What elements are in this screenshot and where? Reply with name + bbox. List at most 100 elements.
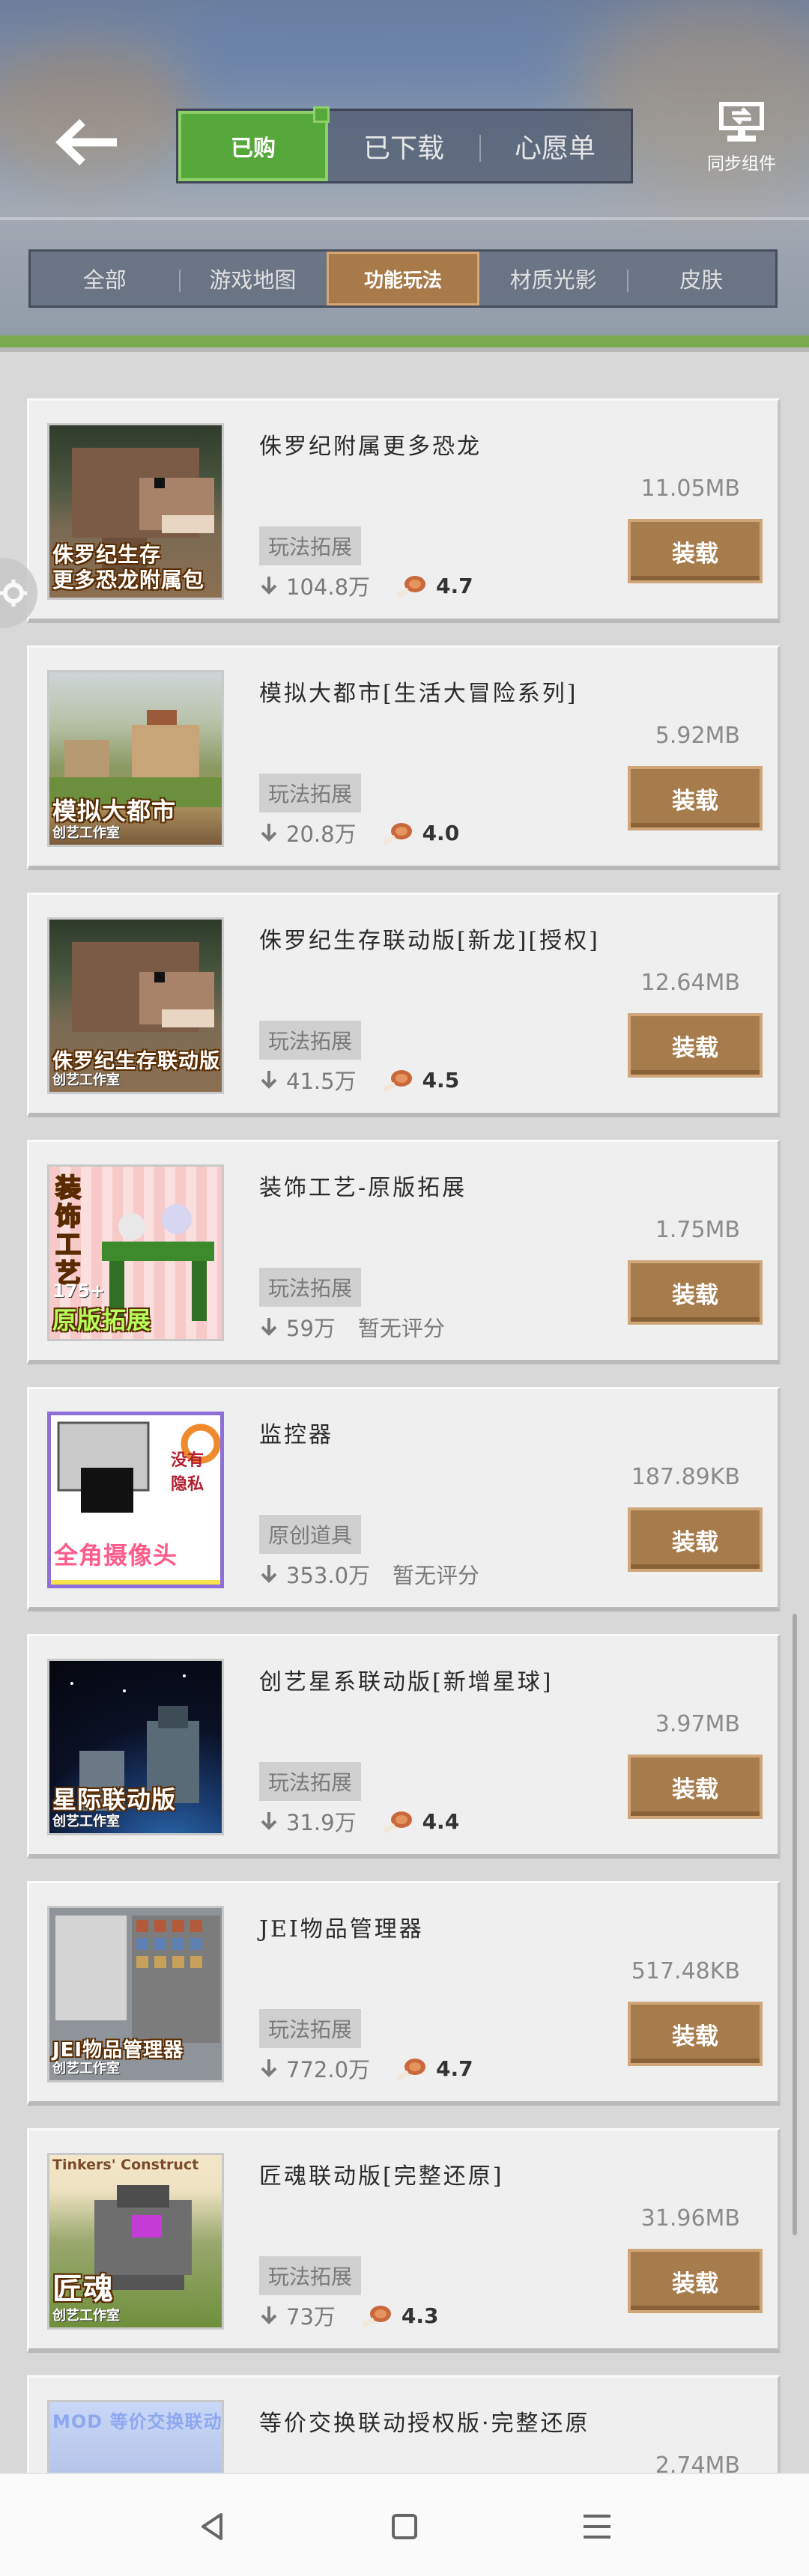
download-icon <box>261 577 277 595</box>
category-tab-bar: 全部 游戏地图 功能玩法 材质光影 皮肤 <box>28 249 778 308</box>
download-icon <box>261 2059 277 2077</box>
install-button[interactable]: 装载 <box>628 2249 763 2313</box>
list-item[interactable]: 模拟大都市 创艺工作室 模拟大都市[生活大冒险系列] 5.92MB 玩法拓展 2… <box>27 645 781 870</box>
tab-purchased[interactable]: 已购 <box>178 106 330 181</box>
item-downloads: 104.8万 <box>286 574 371 600</box>
item-thumbnail: 星际联动版 创艺工作室 <box>47 1659 224 1835</box>
item-title: 匠魂联动版[完整还原] <box>259 2163 504 2190</box>
download-icon <box>261 1318 277 1336</box>
sync-icon <box>719 102 764 142</box>
item-rating: 4.7 <box>436 573 473 598</box>
category-tab-label: 皮肤 <box>679 267 724 293</box>
thumbnail-top-text: Tinkers' Construct <box>52 2157 199 2173</box>
rating-meat-icon <box>397 2059 426 2080</box>
thumbnail-studio: 创艺工作室 <box>52 2308 120 2324</box>
item-size: 5.92MB <box>655 723 740 749</box>
svg-text:装: 装 <box>55 1173 81 1203</box>
item-rating: 4.3 <box>401 2303 439 2328</box>
item-downloads: 73万 <box>286 2304 336 2330</box>
install-button[interactable]: 装载 <box>628 1260 763 1325</box>
item-tag: 玩法拓展 <box>259 1268 362 1307</box>
list-item[interactable]: 星际联动版 创艺工作室 创艺星系联动版[新增星球] 3.97MB 玩法拓展 31… <box>27 1634 781 1859</box>
item-tag: 玩法拓展 <box>259 1762 362 1801</box>
item-tag: 玩法拓展 <box>259 1021 362 1060</box>
item-tag: 玩法拓展 <box>259 2009 362 2048</box>
category-tab-label: 游戏地图 <box>209 267 297 293</box>
category-tab-maps[interactable]: 游戏地图 <box>178 252 327 306</box>
download-icon <box>261 824 277 842</box>
item-rating: 暂无评分 <box>393 1563 480 1588</box>
thumbnail-caption: 原版拓展 <box>52 1306 152 1334</box>
tab-wishlist[interactable]: 心愿单 <box>479 111 631 181</box>
item-tag: 玩法拓展 <box>259 526 362 565</box>
thumbnail-caption: 侏罗纪生存 更多恐龙附属包 <box>52 542 205 592</box>
item-title: 模拟大都市[生活大冒险系列] <box>259 681 578 707</box>
item-thumbnail: 装 饰 工 艺 175+ 原版拓展 <box>47 1164 224 1341</box>
item-size: 31.96MB <box>640 2205 740 2232</box>
list-item[interactable]: 侏罗纪生存联动版 创艺工作室 侏罗纪生存联动版[新龙][授权] 12.64MB … <box>27 893 781 1117</box>
nav-home-icon[interactable] <box>382 2504 427 2549</box>
item-size: 517.48KB <box>631 1958 740 1984</box>
nav-menu-icon[interactable] <box>575 2504 619 2549</box>
install-button[interactable]: 装载 <box>628 1013 763 1078</box>
download-icon <box>261 1071 277 1089</box>
install-button[interactable]: 装载 <box>628 519 763 583</box>
item-stats: 20.8万 4.0 <box>259 817 459 848</box>
item-size: 12.64MB <box>640 970 740 996</box>
rating-meat-icon <box>383 1070 412 1092</box>
list-item[interactable]: 侏罗纪生存 更多恐龙附属包 侏罗纪附属更多恐龙 11.05MB 玩法拓展 104… <box>27 398 781 623</box>
item-stats: 353.0万 暂无评分 <box>259 1558 479 1590</box>
item-stats: 73万 4.3 <box>259 2300 439 2331</box>
thumbnail-tagline: 没有隐私 <box>171 1451 204 1494</box>
category-tab-skins[interactable]: 皮肤 <box>627 252 775 306</box>
item-stats: 59万 暂无评分 <box>259 1311 445 1343</box>
item-size: 11.05MB <box>640 476 740 502</box>
list-item[interactable]: Tinkers' Construct 匠魂 创艺工作室 匠魂联动版[完整还原] … <box>27 2128 781 2353</box>
download-icon <box>261 1565 277 1583</box>
item-thumbnail: MOD 等价交换联动版 <box>47 2400 224 2473</box>
back-button[interactable] <box>45 105 127 180</box>
tab-downloaded[interactable]: 已下载 <box>328 111 479 181</box>
item-thumbnail: 侏罗纪生存 更多恐龙附属包 <box>47 423 224 600</box>
category-tab-label: 功能玩法 <box>363 269 442 292</box>
item-tag: 原创道具 <box>259 1515 362 1554</box>
category-tab-label: 全部 <box>82 267 127 293</box>
item-thumbnail: Tinkers' Construct 匠魂 创艺工作室 <box>47 2153 224 2330</box>
item-rating: 4.7 <box>436 2056 473 2081</box>
item-size: 1.75MB <box>655 1217 740 1243</box>
item-rating: 4.5 <box>422 1067 460 1093</box>
item-stats: 31.9万 4.4 <box>259 1805 459 1837</box>
system-nav-bar <box>0 2473 809 2576</box>
category-tab-gameplay[interactable]: 功能玩法 <box>327 252 479 306</box>
install-button[interactable]: 装载 <box>628 1507 763 1572</box>
list-item[interactable]: MOD 等价交换联动版 等价交换联动授权版·完整还原 2.74MB <box>27 2375 781 2473</box>
install-button[interactable]: 装载 <box>628 766 763 830</box>
category-tab-all[interactable]: 全部 <box>31 252 179 306</box>
sync-components-button[interactable]: 同步组件 <box>697 101 787 183</box>
list-item[interactable]: 没有隐私 全角摄像头 监控器 187.89KB 原创道具 353.0万 暂无评分… <box>27 1387 781 1611</box>
item-downloads: 353.0万 <box>286 1563 371 1588</box>
list-item[interactable]: 装 饰 工 艺 175+ 原版拓展 装饰工艺-原版拓展 1.75MB 玩法拓展 … <box>27 1140 781 1364</box>
install-button[interactable]: 装载 <box>628 1755 763 1819</box>
thumbnail-studio: 创艺工作室 <box>52 825 120 841</box>
gear-icon <box>0 580 27 607</box>
category-tab-textures[interactable]: 材质光影 <box>479 252 628 306</box>
purchased-item-list[interactable]: 侏罗纪生存 更多恐龙附属包 侏罗纪附属更多恐龙 11.05MB 玩法拓展 104… <box>0 353 809 2473</box>
install-button[interactable]: 装载 <box>628 2002 763 2066</box>
category-tab-label: 材质光影 <box>509 267 597 293</box>
tab-downloaded-label: 已下载 <box>363 133 444 164</box>
svg-text:工: 工 <box>55 1230 81 1260</box>
svg-text:饰: 饰 <box>55 1202 81 1232</box>
list-item[interactable]: JEI物品管理器 创艺工作室 JEI物品管理器 517.48KB 玩法拓展 77… <box>27 1881 781 2106</box>
item-rating: 暂无评分 <box>357 1316 445 1341</box>
scrollbar[interactable] <box>793 1614 797 2235</box>
item-thumbnail: 没有隐私 全角摄像头 <box>47 1412 224 1588</box>
nav-back-icon[interactable] <box>190 2504 234 2549</box>
item-rating: 4.0 <box>422 820 460 845</box>
back-arrow-icon <box>55 119 117 165</box>
item-downloads: 59万 <box>286 1316 336 1341</box>
item-title: 等价交换联动授权版·完整还原 <box>259 2411 590 2437</box>
top-bar: 已购 已下载 心愿单 同步组件 全部 游戏地图 功能玩法 材质光影 皮肤 <box>0 0 809 352</box>
rating-meat-icon <box>383 1811 412 1833</box>
item-title: 监控器 <box>259 1422 333 1448</box>
